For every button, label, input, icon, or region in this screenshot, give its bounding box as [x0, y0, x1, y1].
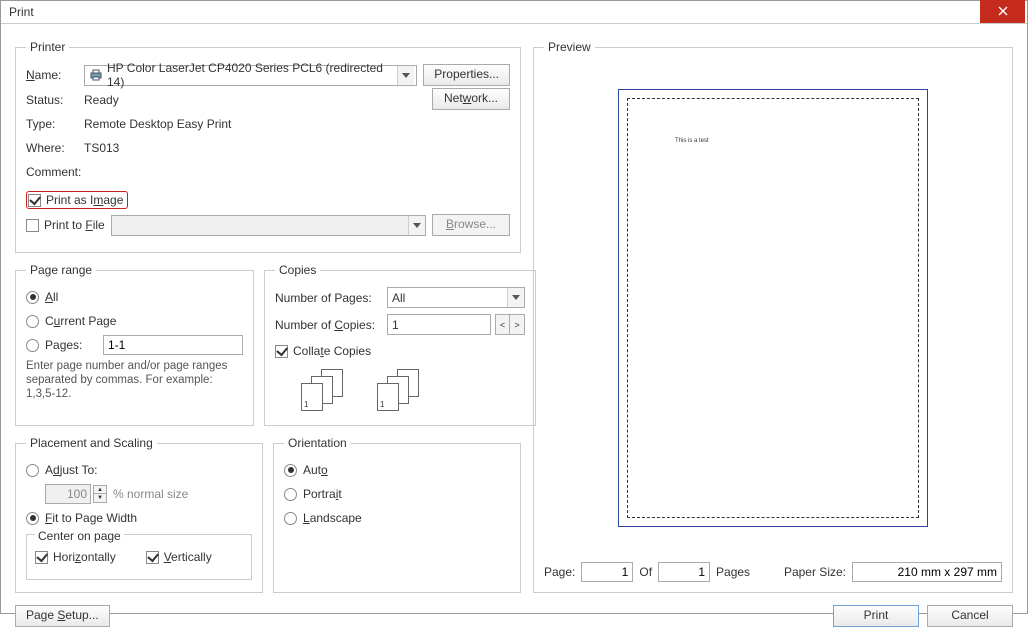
copies-decrement[interactable]: <	[495, 314, 510, 335]
num-copies-label: Number of Copies:	[275, 318, 387, 332]
pages-input[interactable]	[103, 335, 243, 355]
orientation-group: Copies Orientation Auto Portrait Landsca…	[273, 436, 521, 593]
chevron-down-icon	[507, 288, 524, 307]
copies-group: Copies Number of Pages: All Number of Co…	[264, 263, 536, 426]
fit-radio[interactable]	[26, 512, 39, 525]
center-horiz-label: Horizontally	[53, 550, 116, 564]
orient-landscape-radio[interactable]	[284, 512, 297, 525]
collate-checkbox[interactable]	[275, 345, 288, 358]
page-setup-button[interactable]: Page Setup...	[15, 605, 110, 627]
preview-canvas: This is a test	[544, 62, 1002, 554]
name-label: Name:	[26, 68, 84, 82]
collate-illustration: 321 321	[301, 369, 525, 413]
print-as-image-label: Print as Image	[46, 193, 123, 207]
num-pages-select[interactable]: All	[387, 287, 525, 308]
center-group: Center on page Horizontally Vertically	[26, 534, 252, 580]
orient-portrait-label: Portrait	[303, 487, 342, 501]
center-legend: Center on page	[35, 529, 124, 543]
collate-label: Collate Copies	[293, 344, 371, 358]
printer-select[interactable]: HP Color LaserJet CP4020 Series PCL6 (re…	[84, 65, 417, 86]
close-button[interactable]	[980, 0, 1025, 23]
range-all-label: All	[45, 290, 58, 304]
print-button[interactable]: Print	[833, 605, 919, 627]
copies-increment[interactable]: >	[510, 314, 525, 335]
chevron-down-icon	[408, 216, 425, 235]
range-all-radio[interactable]	[26, 291, 39, 304]
pages-suffix: Pages	[716, 565, 750, 579]
status-value: Ready	[84, 93, 119, 107]
preview-sample-text: This is a test	[675, 138, 709, 144]
orient-landscape-label: Landscape	[303, 511, 362, 525]
orient-portrait-radio[interactable]	[284, 488, 297, 501]
printer-icon	[89, 68, 103, 82]
preview-legend: Preview	[544, 40, 595, 54]
orientation-legend: Orientation	[284, 436, 351, 450]
page-range-legend: Page range	[26, 263, 96, 277]
range-pages-label: Pages:	[45, 338, 103, 352]
fit-label: Fit to Page Width	[45, 511, 137, 525]
print-to-file-label: Print to File	[44, 218, 105, 232]
of-label: Of	[639, 565, 652, 579]
print-file-path	[111, 215, 426, 236]
print-dialog: Print Printer Name: HP Color LaserJet CP…	[0, 0, 1028, 614]
range-pages-radio[interactable]	[26, 339, 39, 352]
paper-size-value	[852, 562, 1002, 582]
page-current[interactable]	[581, 562, 633, 582]
print-as-image-checkbox[interactable]	[28, 194, 41, 207]
printer-group: Printer Name: HP Color LaserJet CP4020 S…	[15, 40, 521, 253]
adjust-radio[interactable]	[26, 464, 39, 477]
browse-button: Browse...	[432, 214, 510, 236]
page-range-group: Page range All Current Page Pages: Enter…	[15, 263, 254, 426]
adjust-label: Adjust To:	[45, 463, 98, 477]
chevron-down-icon	[397, 66, 414, 85]
adjust-suffix: % normal size	[113, 487, 188, 501]
adjust-spinner: ▲▼	[93, 485, 107, 503]
window-title: Print	[9, 5, 34, 19]
printer-selected: HP Color LaserJet CP4020 Series PCL6 (re…	[107, 61, 393, 89]
orient-auto-label: Auto	[303, 463, 328, 477]
comment-label: Comment:	[26, 165, 84, 179]
printer-legend: Printer	[26, 40, 69, 54]
status-label: Status:	[26, 93, 84, 107]
preview-group: Preview This is a test Page: Of Pages Pa…	[533, 40, 1013, 593]
adjust-value	[45, 484, 91, 504]
print-to-file-checkbox[interactable]	[26, 219, 39, 232]
network-button[interactable]: Network...	[432, 88, 510, 110]
page-total	[658, 562, 710, 582]
close-icon	[998, 6, 1008, 16]
copies-legend: Copies	[275, 263, 320, 277]
placement-legend: Placement and Scaling	[26, 436, 157, 450]
paper-size-label: Paper Size:	[784, 565, 846, 579]
num-copies-input[interactable]: 1	[387, 314, 491, 335]
type-label: Type:	[26, 117, 84, 131]
page-range-hint: Enter page number and/or page ranges sep…	[26, 359, 243, 401]
range-current-radio[interactable]	[26, 315, 39, 328]
num-pages-label: Number of Pages:	[275, 291, 387, 305]
center-vert-label: Vertically	[164, 550, 212, 564]
center-vert-checkbox[interactable]	[146, 551, 159, 564]
titlebar: Print	[1, 1, 1027, 24]
orient-auto-radio[interactable]	[284, 464, 297, 477]
type-value: Remote Desktop Easy Print	[84, 117, 231, 131]
range-current-label: Current Page	[45, 314, 116, 328]
placement-group: Placement and Scaling Adjust To: ▲▼ % no…	[15, 436, 263, 593]
print-as-image-highlight: Print as Image	[26, 191, 128, 209]
preview-page: This is a test	[618, 89, 928, 527]
cancel-button[interactable]: Cancel	[927, 605, 1013, 627]
page-label: Page:	[544, 565, 575, 579]
where-label: Where:	[26, 141, 84, 155]
properties-button[interactable]: Properties...	[423, 64, 510, 86]
where-value: TS013	[84, 141, 119, 155]
center-horiz-checkbox[interactable]	[35, 551, 48, 564]
